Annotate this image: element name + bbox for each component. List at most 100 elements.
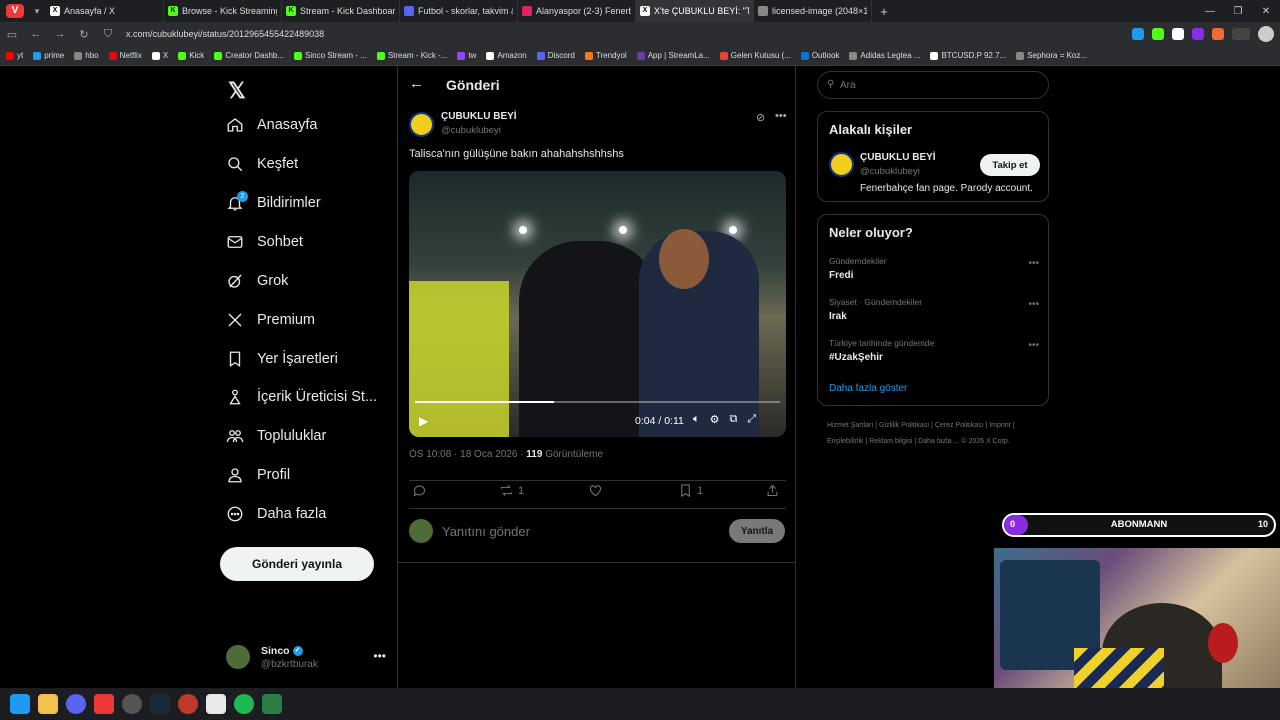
app-icon[interactable]: [178, 694, 198, 714]
video-progress-bar[interactable]: [415, 401, 780, 403]
trend-item[interactable]: Türkiye tarihinde gündemde #UzakŞehir ••…: [829, 338, 1039, 363]
close-icon[interactable]: ✕: [1252, 6, 1280, 17]
trend-item[interactable]: Siyaset · Gündemdekiler Irak •••: [829, 297, 1039, 322]
maximize-icon[interactable]: ❐: [1224, 6, 1252, 17]
like-icon[interactable]: [588, 483, 603, 498]
bookmark-item[interactable]: tw: [457, 51, 476, 60]
bookmark-item[interactable]: hbo: [74, 51, 99, 60]
avatar[interactable]: [1258, 26, 1274, 42]
nav-item-notifications[interactable]: 2 Bildirimler: [220, 188, 321, 218]
browser-tab-active[interactable]: XX'te ÇUBUKLU BEYİ: "Talisca: [636, 0, 754, 22]
footer-links[interactable]: Hizmet Şartları | Gizlilik Politikası | …: [827, 418, 1042, 450]
more-dots-icon[interactable]: •••: [1028, 299, 1039, 310]
nav-item-creator-studio[interactable]: İçerik Üreticisi St...: [220, 382, 377, 412]
extension-icon[interactable]: [1212, 28, 1224, 40]
steam-icon[interactable]: [150, 694, 170, 714]
chevron-down-icon[interactable]: ▾: [28, 6, 46, 17]
extension-icon[interactable]: [1192, 28, 1204, 40]
extension-icon[interactable]: [1132, 28, 1144, 40]
bookmark-item[interactable]: Outlook: [800, 51, 839, 60]
vpn-icon[interactable]: [1232, 28, 1250, 40]
browser-tab[interactable]: Futbol - skorlar, takvim & o: [400, 0, 518, 22]
bookmark-item[interactable]: Adidas Legtea ...: [849, 51, 920, 60]
browser-tab[interactable]: Alanyaspor (2-3) Fenerbahçe: [518, 0, 636, 22]
nav-item-grok[interactable]: Grok: [220, 266, 288, 296]
avatar[interactable]: [829, 152, 854, 177]
more-dots-icon[interactable]: •••: [1028, 340, 1039, 351]
bookmark-item[interactable]: Kick: [178, 51, 204, 60]
video-player[interactable]: ▶ 0:04 / 0:11 🔈︎ ⚙︎ ⧉ ⤢: [409, 171, 786, 437]
reply-button[interactable]: Yanıtla: [729, 519, 785, 543]
play-icon[interactable]: ▶: [419, 414, 428, 428]
bookmark-item[interactable]: Amazon: [486, 51, 527, 60]
bookmark-item[interactable]: Stream - Kick -...: [376, 51, 447, 60]
windows-start-icon[interactable]: [10, 694, 30, 714]
search-input[interactable]: [840, 77, 1040, 93]
nav-item-explore[interactable]: Keşfet: [220, 149, 298, 179]
share-icon[interactable]: [765, 483, 780, 498]
more-dots-icon[interactable]: •••: [373, 649, 386, 663]
nav-item-premium[interactable]: Premium: [220, 305, 315, 335]
x-logo-icon[interactable]: 𝕏: [228, 78, 246, 104]
settings-icon[interactable]: ⚙︎: [710, 413, 720, 426]
retweet-button[interactable]: 1: [499, 483, 524, 498]
show-more-link[interactable]: Daha fazla göster: [829, 383, 907, 394]
grok-icon[interactable]: ⊘: [756, 111, 765, 124]
nav-item-more[interactable]: Daha fazla: [220, 499, 326, 529]
extension-icon[interactable]: [1152, 28, 1164, 40]
url-field[interactable]: x.com/cubuklubeyi/status/201296545542248…: [126, 29, 324, 39]
bookmark-item[interactable]: prime: [33, 51, 64, 60]
bookmark-item[interactable]: Sephora = Koz...: [1016, 51, 1087, 60]
back-icon[interactable]: ←: [24, 28, 48, 40]
bookmark-item[interactable]: yt: [6, 51, 23, 60]
more-dots-icon[interactable]: •••: [775, 110, 787, 122]
post-author-handle[interactable]: @cubuklubeyi: [441, 125, 501, 136]
app-icon[interactable]: [262, 694, 282, 714]
nav-item-messages[interactable]: Sohbet: [220, 227, 303, 257]
related-name[interactable]: ÇUBUKLU BEYİ: [860, 152, 936, 163]
site-info-icon[interactable]: ⛉: [96, 28, 120, 41]
bookmark-item[interactable]: BTCUSD.P 92.7...: [930, 51, 1006, 60]
back-arrow-icon[interactable]: ←: [409, 75, 424, 92]
trend-item[interactable]: Gündemdekiler Fredi •••: [829, 256, 1039, 281]
nav-item-communities[interactable]: Topluluklar: [220, 421, 326, 451]
browser-tab[interactable]: X Anasayfa / X: [46, 0, 164, 22]
bookmark-item[interactable]: Netflix: [108, 51, 142, 60]
app-icon[interactable]: [122, 694, 142, 714]
bookmark-item[interactable]: Sinco Stream - ...: [294, 51, 367, 60]
bookmark-button[interactable]: 1: [678, 483, 703, 498]
post-author-avatar[interactable]: [409, 112, 434, 137]
app-icon[interactable]: [206, 694, 226, 714]
forward-icon[interactable]: →: [48, 28, 72, 40]
reload-icon[interactable]: ↻: [72, 28, 96, 41]
panel-toggle-icon[interactable]: ▭: [0, 28, 24, 41]
extension-icon[interactable]: [1172, 28, 1184, 40]
nav-item-home[interactable]: Anasayfa: [220, 110, 317, 140]
account-switcher[interactable]: Sinco ✓ @bzkrtburak •••: [226, 643, 386, 673]
bookmark-item[interactable]: Trendyol: [584, 51, 627, 60]
reply-icon[interactable]: [412, 483, 427, 498]
follow-button[interactable]: Takip et: [980, 154, 1040, 176]
reply-input[interactable]: [442, 522, 702, 540]
minimize-icon[interactable]: —: [1196, 6, 1224, 17]
bookmark-item[interactable]: Creator Dashb...: [214, 51, 284, 60]
bookmark-item[interactable]: Gelen Kutusu (...: [719, 51, 791, 60]
post-author-name[interactable]: ÇUBUKLU BEYİ: [441, 111, 517, 122]
discord-icon[interactable]: [66, 694, 86, 714]
browser-tab[interactable]: K Browse - Kick Streaming: [164, 0, 282, 22]
bookmark-item[interactable]: App | StreamLa...: [636, 51, 710, 60]
nav-item-profile[interactable]: Profil: [220, 460, 290, 490]
nav-item-bookmarks[interactable]: Yer İşaretleri: [220, 344, 338, 374]
file-explorer-icon[interactable]: [38, 694, 58, 714]
bookmark-item[interactable]: X: [151, 51, 168, 60]
browser-tab[interactable]: K Stream - Kick Dashboard: [282, 0, 400, 22]
spotify-icon[interactable]: [234, 694, 254, 714]
volume-icon[interactable]: 🔈︎: [693, 413, 700, 426]
post-button[interactable]: Gönderi yayınla: [220, 547, 374, 581]
fullscreen-icon[interactable]: ⤢: [747, 413, 756, 426]
bookmark-item[interactable]: Discord: [536, 51, 575, 60]
vivaldi-logo[interactable]: V: [6, 4, 24, 18]
new-tab-button[interactable]: +: [872, 4, 896, 19]
vivaldi-icon[interactable]: [94, 694, 114, 714]
browser-tab[interactable]: licensed-image (2048×136: [754, 0, 872, 22]
